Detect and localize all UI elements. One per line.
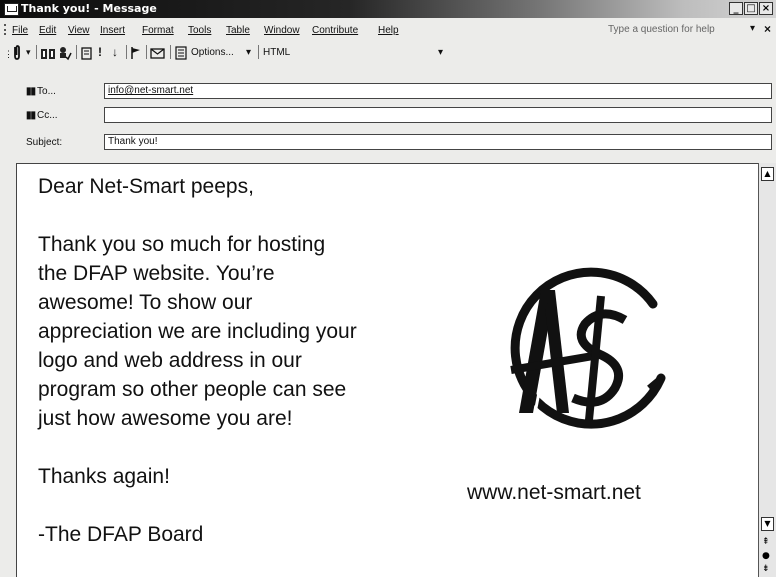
close-button[interactable]: × xyxy=(759,2,773,15)
address-book-icon: ▮▮ xyxy=(26,86,36,97)
toolbar: ⋮ ▾ ! ↓ Options... ▾ HTML ▾ xyxy=(0,41,776,63)
paperclip-icon[interactable] xyxy=(12,44,22,60)
menu-bar: File Edit View Insert Format Tools Table… xyxy=(0,20,776,39)
closing-line: Thanks again! xyxy=(38,465,170,488)
toolbar-separator xyxy=(258,45,259,59)
menu-window[interactable]: Window xyxy=(264,25,300,36)
menu-help[interactable]: Help xyxy=(378,25,399,36)
body-line: Thank you so much for hosting xyxy=(38,233,326,256)
body-line: appreciation we are including your xyxy=(38,320,357,343)
menu-insert[interactable]: Insert xyxy=(100,25,125,36)
format-dropdown-icon[interactable]: ▾ xyxy=(246,47,251,58)
menu-contribute[interactable]: Contribute xyxy=(312,25,358,36)
cc-button[interactable]: ▮▮ Cc... xyxy=(26,108,58,124)
body-line: program so other people can see xyxy=(38,378,347,401)
window-title: Thank you! - Message xyxy=(21,2,157,15)
menu-tools[interactable]: Tools xyxy=(188,25,211,36)
close-document-button[interactable]: × xyxy=(764,22,771,36)
envelope-icon[interactable] xyxy=(150,45,166,61)
maximize-button[interactable]: □ xyxy=(744,2,758,15)
greeting-line: Dear Net-Smart peeps, xyxy=(38,175,254,198)
menu-table[interactable]: Table xyxy=(226,25,250,36)
minimize-button[interactable]: _ xyxy=(729,2,743,15)
vertical-scrollbar[interactable]: ▲ ▼ ⇞ ● ⇟ xyxy=(758,163,776,577)
message-body[interactable]: Dear Net-Smart peeps, Thank you so much … xyxy=(16,163,759,577)
browse-object-icon[interactable]: ● xyxy=(762,551,770,561)
previous-page-icon[interactable]: ⇞ xyxy=(762,537,770,547)
options-icon xyxy=(175,46,187,60)
toolbar-separator xyxy=(146,45,147,59)
net-smart-logo xyxy=(510,267,666,429)
subject-row: Subject: Thank you! xyxy=(0,133,776,152)
to-row: ▮▮ To... info@net-smart.net xyxy=(0,82,776,101)
format-select[interactable]: HTML xyxy=(263,47,290,58)
cc-label: Cc... xyxy=(37,110,58,121)
menu-grip-icon xyxy=(4,24,8,35)
message-window: Thank you! - Message _ □ × File Edit Vie… xyxy=(0,0,776,577)
menu-edit[interactable]: Edit xyxy=(39,25,56,36)
exclamation-icon[interactable]: ! xyxy=(98,44,102,60)
menu-view[interactable]: View xyxy=(68,25,90,36)
menu-file[interactable]: File xyxy=(12,25,28,36)
scroll-up-button[interactable]: ▲ xyxy=(761,167,774,181)
to-field[interactable]: info@net-smart.net xyxy=(104,83,772,99)
flag-icon[interactable] xyxy=(130,45,142,61)
format-select-arrow-icon[interactable]: ▾ xyxy=(438,47,443,58)
website-address: www.net-smart.net xyxy=(467,481,641,504)
toolbar-separator xyxy=(76,45,77,59)
body-line: logo and web address in our xyxy=(38,349,302,372)
subject-label: Subject: xyxy=(26,137,63,148)
next-page-icon[interactable]: ⇟ xyxy=(762,564,770,574)
cc-field[interactable] xyxy=(104,107,772,123)
toolbar-separator xyxy=(126,45,127,59)
down-arrow-icon[interactable]: ↓ xyxy=(112,44,118,60)
body-line: the DFAP website. You’re xyxy=(38,262,275,285)
cc-row: ▮▮ Cc... xyxy=(0,106,776,125)
attach-dropdown-icon[interactable]: ▾ xyxy=(26,44,31,60)
message-icon xyxy=(4,3,19,16)
check-names-icon[interactable] xyxy=(58,45,72,61)
chevron-down-icon[interactable]: ▾ xyxy=(750,23,755,34)
window-controls: _ □ × xyxy=(729,2,773,15)
toolbar-separator xyxy=(36,45,37,59)
body-text: Dear Net-Smart peeps, Thank you so much … xyxy=(38,172,448,549)
body-line: just how awesome you are! xyxy=(38,407,293,430)
signature-line: -The DFAP Board xyxy=(38,523,204,546)
scroll-down-button[interactable]: ▼ xyxy=(761,517,774,531)
question-input[interactable]: Type a question for help xyxy=(608,24,715,35)
title-bar: Thank you! - Message _ □ × xyxy=(0,0,776,18)
to-label: To... xyxy=(37,86,56,97)
body-line: awesome! To show our xyxy=(38,291,253,314)
menu-format[interactable]: Format xyxy=(142,25,174,36)
subject-field[interactable]: Thank you! xyxy=(104,134,772,150)
permission-icon[interactable] xyxy=(80,45,94,61)
to-button[interactable]: ▮▮ To... xyxy=(26,84,56,100)
address-book-icon: ▮▮ xyxy=(26,110,36,121)
address-book-icon[interactable] xyxy=(40,46,56,62)
toolbar-separator xyxy=(170,45,171,59)
options-button[interactable]: Options... xyxy=(191,47,234,58)
